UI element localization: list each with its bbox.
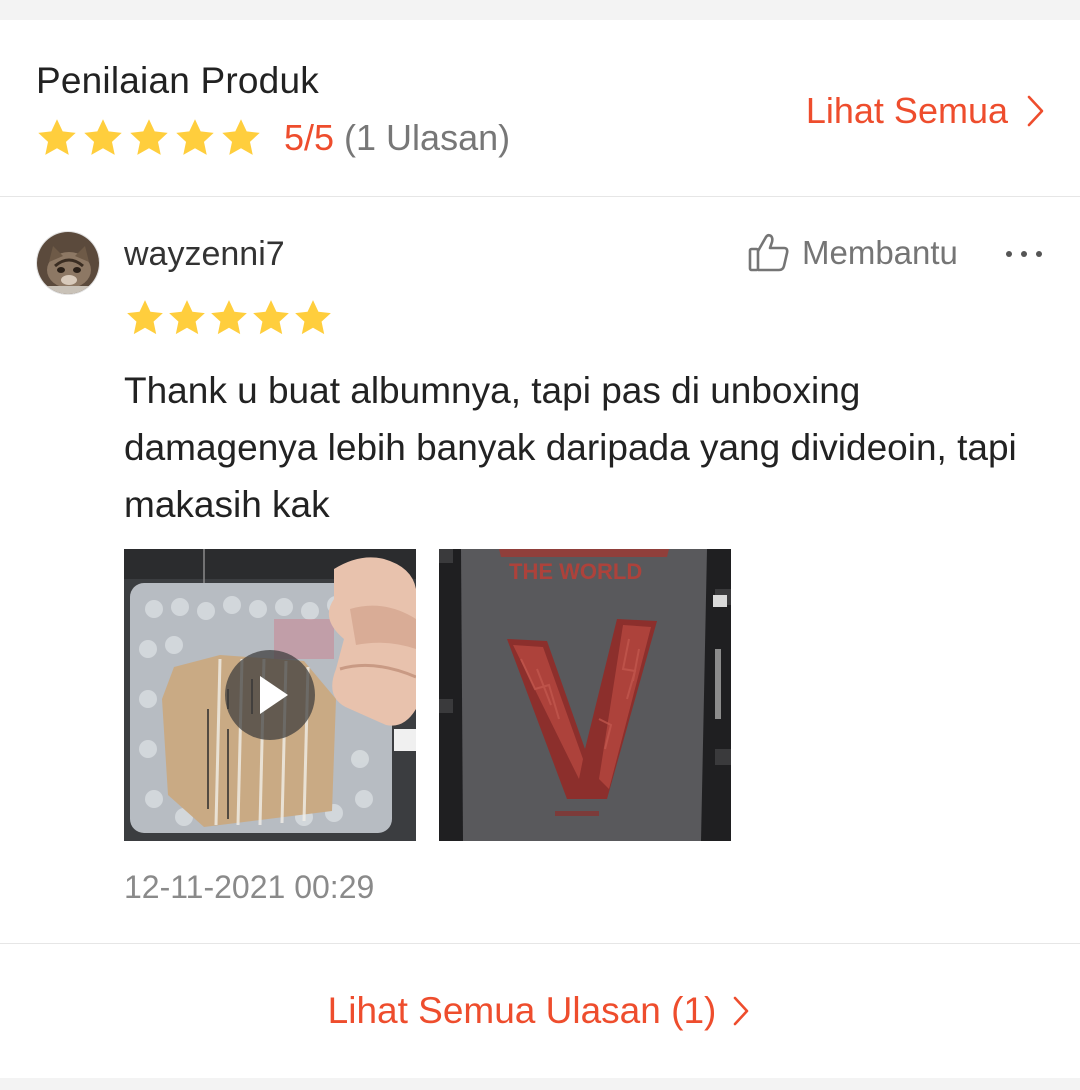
reviewer-username[interactable]: wayzenni7 xyxy=(124,235,285,274)
star-icon xyxy=(34,116,80,160)
ratings-header: Penilaian Produk 5/5 (1 Ulasan) Lihat Se… xyxy=(0,20,1080,196)
star-icon xyxy=(166,297,208,339)
star-icon xyxy=(208,297,250,339)
chevron-right-icon xyxy=(734,996,749,1026)
thumbs-up-icon xyxy=(748,233,789,272)
star-icon xyxy=(218,116,264,160)
review-count: (1 Ulasan) xyxy=(344,117,511,158)
star-icon xyxy=(126,116,172,160)
review-timestamp: 12-11-2021 00:29 xyxy=(124,869,375,905)
review-text: Thank u buat albumnya, tapi pas di unbox… xyxy=(124,370,1017,525)
star-icon xyxy=(292,297,334,339)
star-icon xyxy=(80,116,126,160)
ratings-footer: Lihat Semua Ulasan (1) xyxy=(0,944,1080,1078)
avatar[interactable] xyxy=(36,231,100,295)
see-all-reviews-link[interactable]: Lihat Semua Ulasan (1) xyxy=(0,944,1080,1078)
see-all-label: Lihat Semua xyxy=(805,90,1008,131)
star-icon xyxy=(124,297,166,339)
svg-text:THE WORLD: THE WORLD xyxy=(509,559,642,584)
product-ratings-card: Penilaian Produk 5/5 (1 Ulasan) Lihat Se… xyxy=(0,20,1080,1078)
review-item: wayzenni7 Membantu Thank u buat albumnya… xyxy=(0,197,1080,942)
review-video-thumbnail[interactable] xyxy=(124,549,416,841)
chevron-right-icon xyxy=(1027,95,1044,127)
rating-score: 5/5 xyxy=(284,117,335,158)
section-title: Penilaian Produk xyxy=(36,60,319,101)
review-photo-thumbnail[interactable]: THE WORLD xyxy=(439,549,731,841)
overall-rating: 5/5 (1 Ulasan) xyxy=(34,116,510,160)
review-star-rating xyxy=(124,297,334,339)
overall-star-rating xyxy=(34,116,264,160)
see-all-link[interactable]: Lihat Semua xyxy=(806,90,1046,132)
helpful-label: Membantu xyxy=(802,234,958,271)
see-all-reviews-label: Lihat Semua Ulasan (1) xyxy=(327,990,717,1031)
star-icon xyxy=(250,297,292,339)
helpful-button[interactable]: Membantu xyxy=(748,233,958,273)
star-icon xyxy=(172,116,218,160)
more-options-icon[interactable] xyxy=(1006,247,1042,261)
